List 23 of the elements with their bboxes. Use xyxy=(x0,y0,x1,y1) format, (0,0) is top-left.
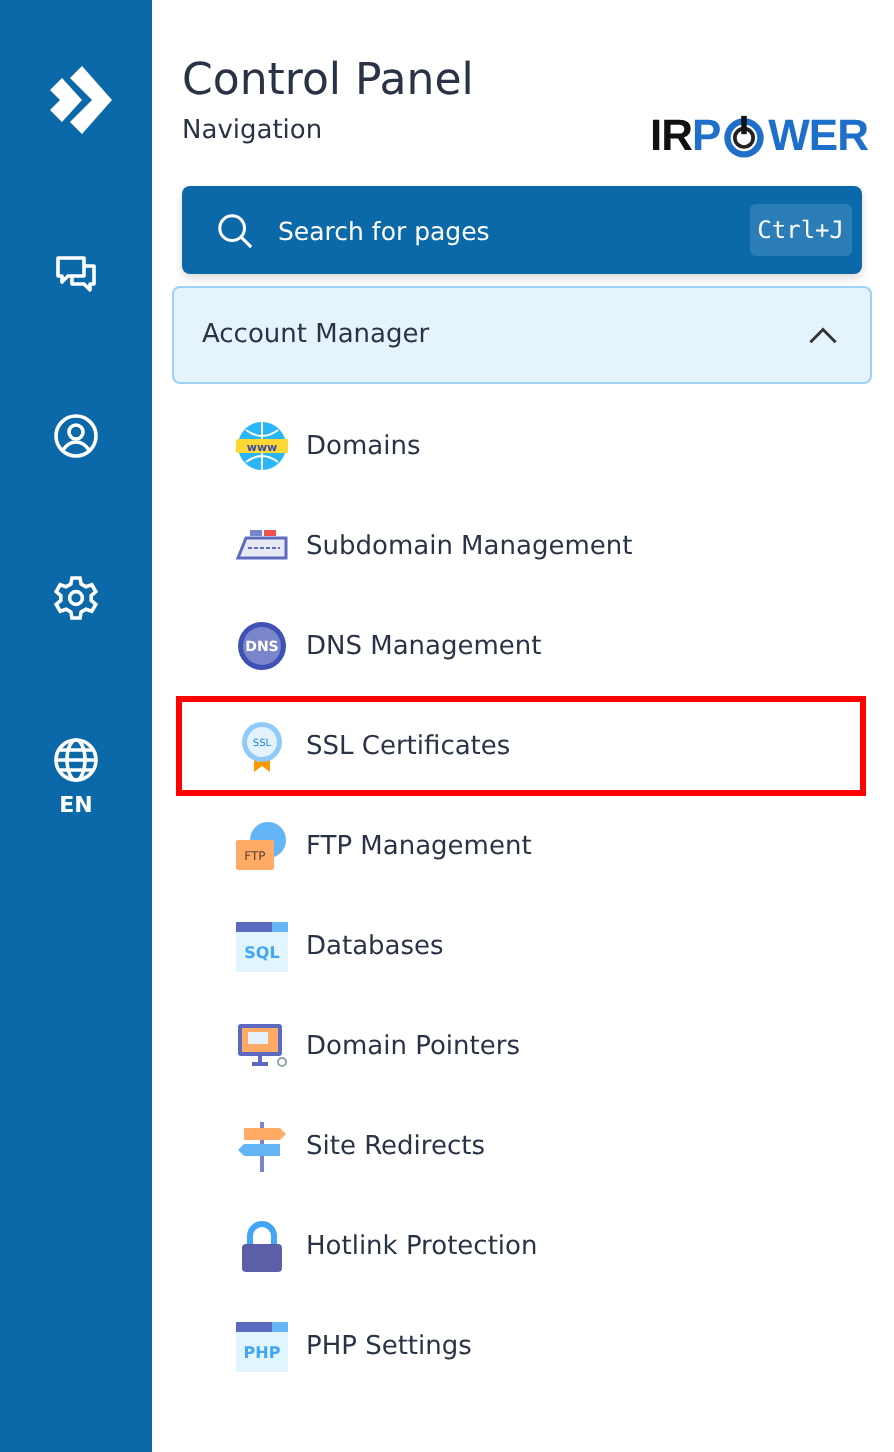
menu-item[interactable]: PHP PHP Settings xyxy=(176,1296,866,1396)
accordion-header[interactable]: Account Manager xyxy=(172,286,872,384)
menu-item[interactable]: Subdomain Management xyxy=(176,496,866,596)
brand-logo: IRP WER xyxy=(649,110,868,162)
language-label[interactable]: EN xyxy=(59,792,93,818)
page-subtitle: Navigation xyxy=(182,116,325,146)
user-icon[interactable] xyxy=(52,412,100,460)
menu-item[interactable]: Domain Pointers xyxy=(176,996,866,1096)
page-title: Control Panel xyxy=(182,54,474,110)
chat-icon[interactable] xyxy=(52,250,100,298)
menu-item[interactable]: SQL Databases xyxy=(176,896,866,996)
search-field[interactable]: Search for pages Ctrl+J xyxy=(182,186,862,274)
shortcut-hint: Ctrl+J xyxy=(749,204,852,256)
menu-item[interactable]: Hotlink Protection xyxy=(176,1196,866,1296)
menu-item[interactable]: Site Redirects xyxy=(176,1096,866,1196)
signpost-icon xyxy=(234,1118,290,1174)
chevron-icon xyxy=(808,326,838,344)
window-icon: PHP xyxy=(234,1318,290,1374)
search-input[interactable]: Search for pages xyxy=(274,213,750,247)
window-icon: SQL xyxy=(234,918,290,974)
globe-icon[interactable] xyxy=(52,736,100,784)
settings-icon[interactable] xyxy=(52,574,100,622)
search-icon xyxy=(216,211,254,249)
